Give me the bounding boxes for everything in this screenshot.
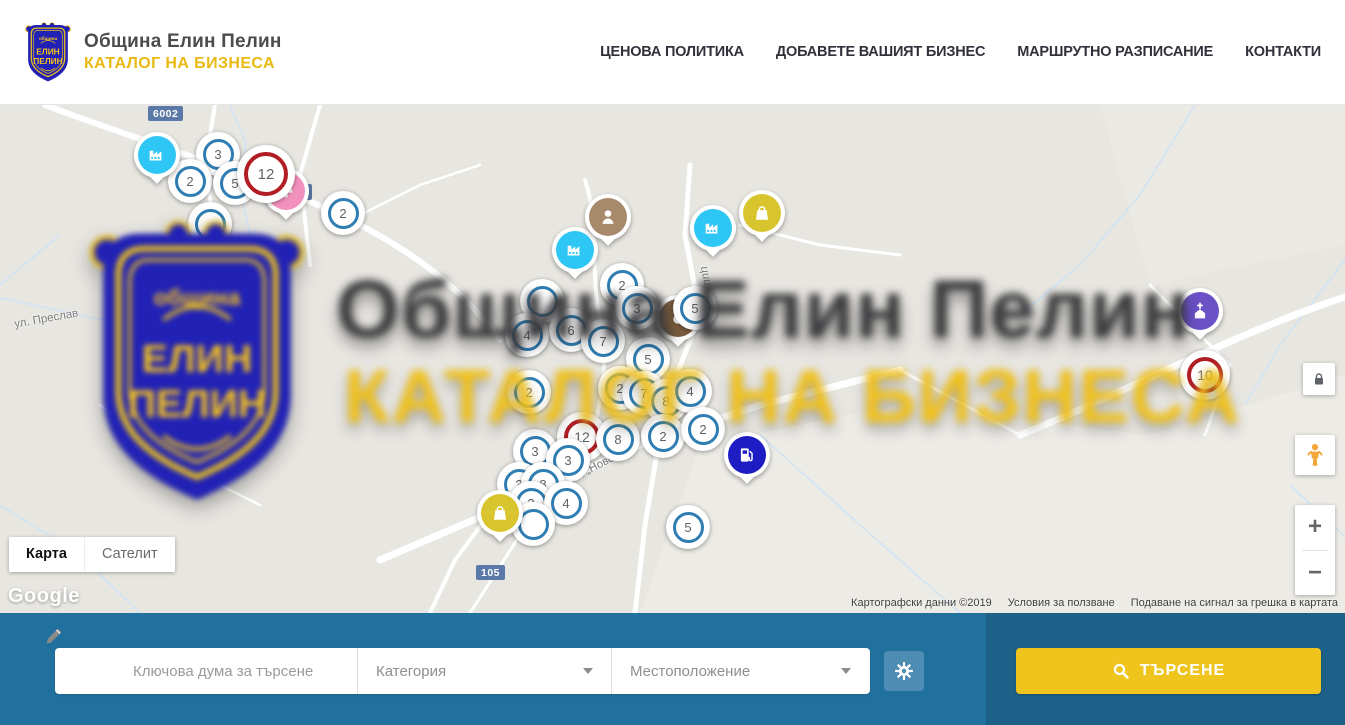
map-marker-cluster[interactable]: 5 <box>673 286 717 330</box>
attribution-terms-link[interactable]: Условия за ползване <box>1008 597 1115 609</box>
brand-subtitle: КАТАЛОГ НА БИЗНЕСА <box>84 55 282 73</box>
pegman-button[interactable] <box>1295 435 1335 475</box>
map-type-satellite-button[interactable]: Сателит <box>84 537 175 572</box>
settings-button[interactable] <box>884 651 924 691</box>
keyword-segment <box>55 648 358 694</box>
search-button[interactable]: ТЪРСЕНЕ <box>1016 648 1321 694</box>
map-pin-factory[interactable] <box>690 205 736 251</box>
pegman-icon <box>1304 442 1326 468</box>
zoom-control: + − <box>1295 505 1335 595</box>
svg-text:ПЕЛИН: ПЕЛИН <box>33 56 62 66</box>
map-marker-cluster[interactable]: 2 <box>681 407 725 451</box>
map-marker-cluster[interactable]: 10 <box>1180 350 1230 400</box>
search-bar: Категория Местоположение <box>0 613 1345 725</box>
map-type-control: Карта Сателит <box>9 537 175 572</box>
municipality-logo-icon: община ЕЛИН ПЕЛИН <box>24 21 72 83</box>
map-marker-cluster[interactable]: 2 <box>321 191 365 235</box>
chevron-down-icon <box>583 668 593 674</box>
keyword-input[interactable] <box>133 663 323 680</box>
map-marker-cluster[interactable]: 5 <box>666 505 710 549</box>
markers-layer: 32512223546752278412822333834510 <box>0 105 1345 613</box>
nav-item-add-business[interactable]: ДОБАВЕТЕ ВАШИЯТ БИЗНЕС <box>776 44 985 60</box>
attribution-report-link[interactable]: Подаване на сигнал за грешка в картата <box>1131 597 1338 609</box>
map-marker-cluster[interactable]: 2 <box>507 370 551 414</box>
map-type-map-button[interactable]: Карта <box>9 537 84 572</box>
map-marker-cluster[interactable]: 4 <box>505 313 549 357</box>
attribution-copyright: Картографски данни ©2019 <box>851 597 992 609</box>
map-marker-cluster[interactable]: 2 <box>641 414 685 458</box>
lock-icon <box>1310 370 1328 388</box>
zoom-out-button[interactable]: − <box>1295 551 1335 596</box>
category-value: Категория <box>376 663 446 680</box>
nav-item-pricing[interactable]: ЦЕНОВА ПОЛИТИКА <box>600 44 744 60</box>
map-canvas[interactable]: 6002 105 ул. Преслав бул. „Новосел ции 3… <box>0 105 1345 613</box>
map-pin-fuel[interactable] <box>724 432 770 478</box>
map-pin-worker[interactable] <box>585 194 631 240</box>
map-pin-bag[interactable] <box>739 190 785 236</box>
page: община ЕЛИН ПЕЛИН Община Елин Пелин КАТА… <box>0 0 1345 725</box>
chevron-down-icon <box>841 668 851 674</box>
map-marker-cluster[interactable]: 8 <box>596 417 640 461</box>
map-marker-cluster[interactable]: 3 <box>615 286 659 330</box>
header: община ЕЛИН ПЕЛИН Община Елин Пелин КАТА… <box>0 0 1345 105</box>
location-value: Местоположение <box>630 663 750 680</box>
brand-logo-block[interactable]: община ЕЛИН ПЕЛИН Община Елин Пелин КАТА… <box>24 21 282 83</box>
nav-item-contacts[interactable]: КОНТАКТИ <box>1245 44 1321 60</box>
map-marker-cluster[interactable]: 7 <box>581 319 625 363</box>
search-fields: Категория Местоположение <box>55 648 870 694</box>
brand-text: Община Елин Пелин КАТАЛОГ НА БИЗНЕСА <box>84 31 282 73</box>
gear-icon <box>894 661 914 681</box>
map-marker-cluster[interactable]: 12 <box>237 145 295 203</box>
google-logo: Google <box>8 585 80 608</box>
pencil-icon <box>44 626 64 646</box>
main-nav: ЦЕНОВА ПОЛИТИКА ДОБАВЕТЕ ВАШИЯТ БИЗНЕС М… <box>600 44 1321 60</box>
category-select[interactable]: Категория <box>358 648 612 694</box>
map-attribution: Картографски данни ©2019 Условия за полз… <box>851 597 1338 609</box>
lock-button[interactable] <box>1303 363 1335 395</box>
search-button-label: ТЪРСЕНЕ <box>1140 662 1225 680</box>
brand-title: Община Елин Пелин <box>84 31 282 53</box>
zoom-in-button[interactable]: + <box>1295 505 1335 550</box>
map-pin-church[interactable] <box>1177 288 1223 334</box>
search-icon <box>1112 662 1130 680</box>
location-select[interactable]: Местоположение <box>612 648 869 694</box>
map-marker-cluster[interactable] <box>188 202 232 246</box>
map-pin-bag[interactable] <box>477 490 523 536</box>
map-pin-factory[interactable] <box>134 132 180 178</box>
svg-text:ЕЛИН: ЕЛИН <box>36 46 59 56</box>
nav-item-bus-schedule[interactable]: МАРШРУТНО РАЗПИСАНИЕ <box>1017 44 1213 60</box>
